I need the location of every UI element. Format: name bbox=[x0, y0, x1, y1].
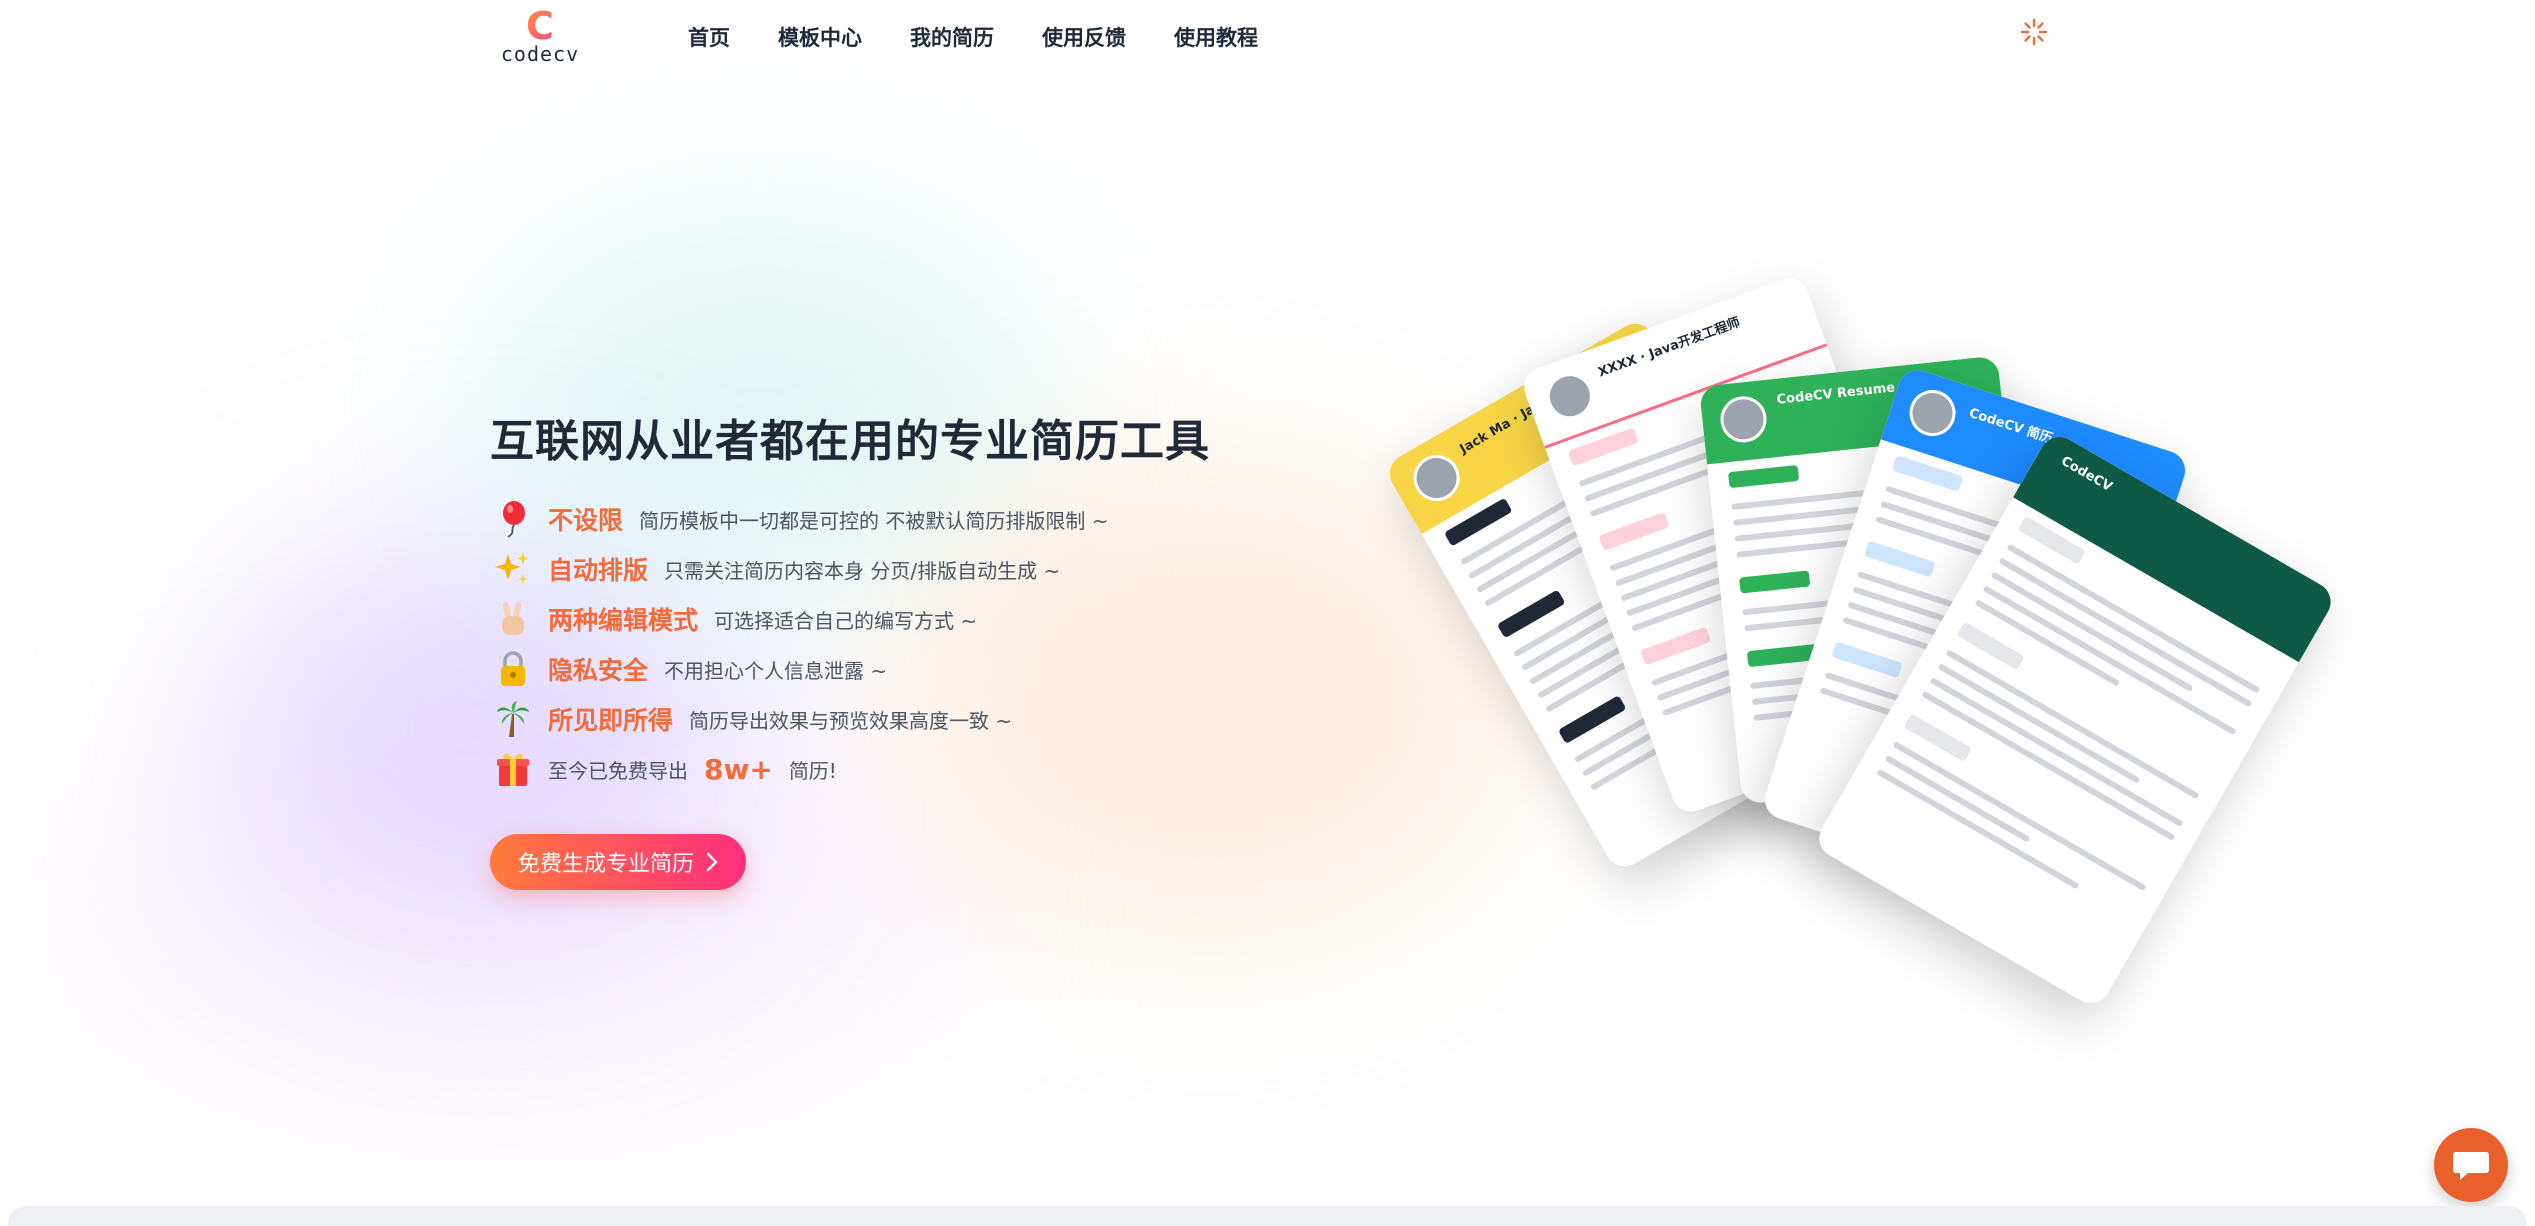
stat-suffix: 简历! bbox=[788, 758, 837, 783]
codecv-logo[interactable]: C codecv bbox=[498, 7, 582, 66]
resume-card-name: XXXX · Java开发工程师 bbox=[1596, 315, 1743, 381]
feature-item: 隐私安全 不用担心个人信息泄露 ~ bbox=[494, 644, 1109, 694]
lock-icon bbox=[494, 650, 532, 688]
stat-prefix: 至今已免费导出 bbox=[548, 758, 688, 783]
nav-item-my-resumes[interactable]: 我的简历 bbox=[910, 22, 994, 52]
feature-desc: 只需关注简历内容本身 分页/排版自动生成 ~ bbox=[664, 558, 1061, 583]
top-navbar: C codecv 首页 模板中心 我的简历 使用反馈 使用教程 bbox=[0, 0, 2535, 76]
avatar bbox=[1540, 366, 1600, 426]
resume-card-name: CodeCV 简历 bbox=[1967, 405, 2055, 447]
next-section-edge bbox=[8, 1206, 2527, 1226]
stat-count: 8w+ bbox=[704, 752, 773, 786]
resume-card-name: CodeCV bbox=[2058, 453, 2115, 495]
feature-title: 自动排版 bbox=[548, 556, 649, 585]
logo-mark: C bbox=[520, 7, 560, 45]
feature-item: 不设限 简历模板中一切都是可控的 不被默认简历排版限制 ~ bbox=[494, 494, 1109, 544]
feature-desc: 不用担心个人信息泄露 ~ bbox=[664, 658, 888, 683]
feature-item: 自动排版 只需关注简历内容本身 分页/排版自动生成 ~ bbox=[494, 544, 1109, 594]
chevron-right-icon bbox=[706, 852, 718, 872]
export-stat: 至今已免费导出 8w+ 简历! bbox=[494, 744, 1109, 794]
palm-tree-icon bbox=[494, 700, 532, 738]
feature-desc: 简历模板中一切都是可控的 不被默认简历排版限制 ~ bbox=[639, 508, 1109, 533]
feature-title: 两种编辑模式 bbox=[548, 606, 699, 635]
feature-title: 所见即所得 bbox=[548, 706, 674, 735]
gift-icon bbox=[494, 750, 532, 788]
main-nav: 首页 模板中心 我的简历 使用反馈 使用教程 bbox=[688, 22, 1258, 52]
chat-support-button[interactable] bbox=[2434, 1128, 2508, 1202]
nav-item-home[interactable]: 首页 bbox=[688, 22, 730, 52]
feature-desc: 可选择适合自己的编写方式 ~ bbox=[714, 608, 978, 633]
feature-item: 所见即所得 简历导出效果与预览效果高度一致 ~ bbox=[494, 694, 1109, 744]
balloon-icon bbox=[494, 500, 532, 538]
feature-desc: 简历导出效果与预览效果高度一致 ~ bbox=[689, 708, 1013, 733]
nav-item-templates[interactable]: 模板中心 bbox=[778, 22, 862, 52]
avatar bbox=[1718, 394, 1769, 445]
sparkles-icon bbox=[494, 550, 532, 588]
feature-title: 隐私安全 bbox=[548, 656, 649, 685]
victory-hand-icon bbox=[494, 600, 532, 638]
feature-item: 两种编辑模式 可选择适合自己的编写方式 ~ bbox=[494, 594, 1109, 644]
feature-list: 不设限 简历模板中一切都是可控的 不被默认简历排版限制 ~ 自动排版 只需关注简… bbox=[494, 494, 1109, 794]
resume-card-name: CodeCV Resume bbox=[1775, 380, 1896, 408]
hero-title: 互联网从业者都在用的专业简历工具 bbox=[490, 416, 1210, 467]
avatar bbox=[1405, 446, 1469, 510]
logo-text: codecv bbox=[500, 42, 580, 66]
feature-title: 不设限 bbox=[548, 506, 624, 535]
nav-item-feedback[interactable]: 使用反馈 bbox=[1042, 22, 1126, 52]
resume-template-showcase: Jack Ma · Java高级开发工程师 XXXX · Java开发工程师 C… bbox=[1382, 270, 2338, 1030]
loading-spinner-icon bbox=[2020, 18, 2048, 46]
cta-label: 免费生成专业简历 bbox=[517, 852, 694, 877]
nav-item-tutorial[interactable]: 使用教程 bbox=[1174, 22, 1258, 52]
generate-resume-button[interactable]: 免费生成专业简历 bbox=[490, 834, 746, 890]
chat-bubble-icon bbox=[2453, 1152, 2489, 1180]
avatar bbox=[1903, 384, 1962, 442]
